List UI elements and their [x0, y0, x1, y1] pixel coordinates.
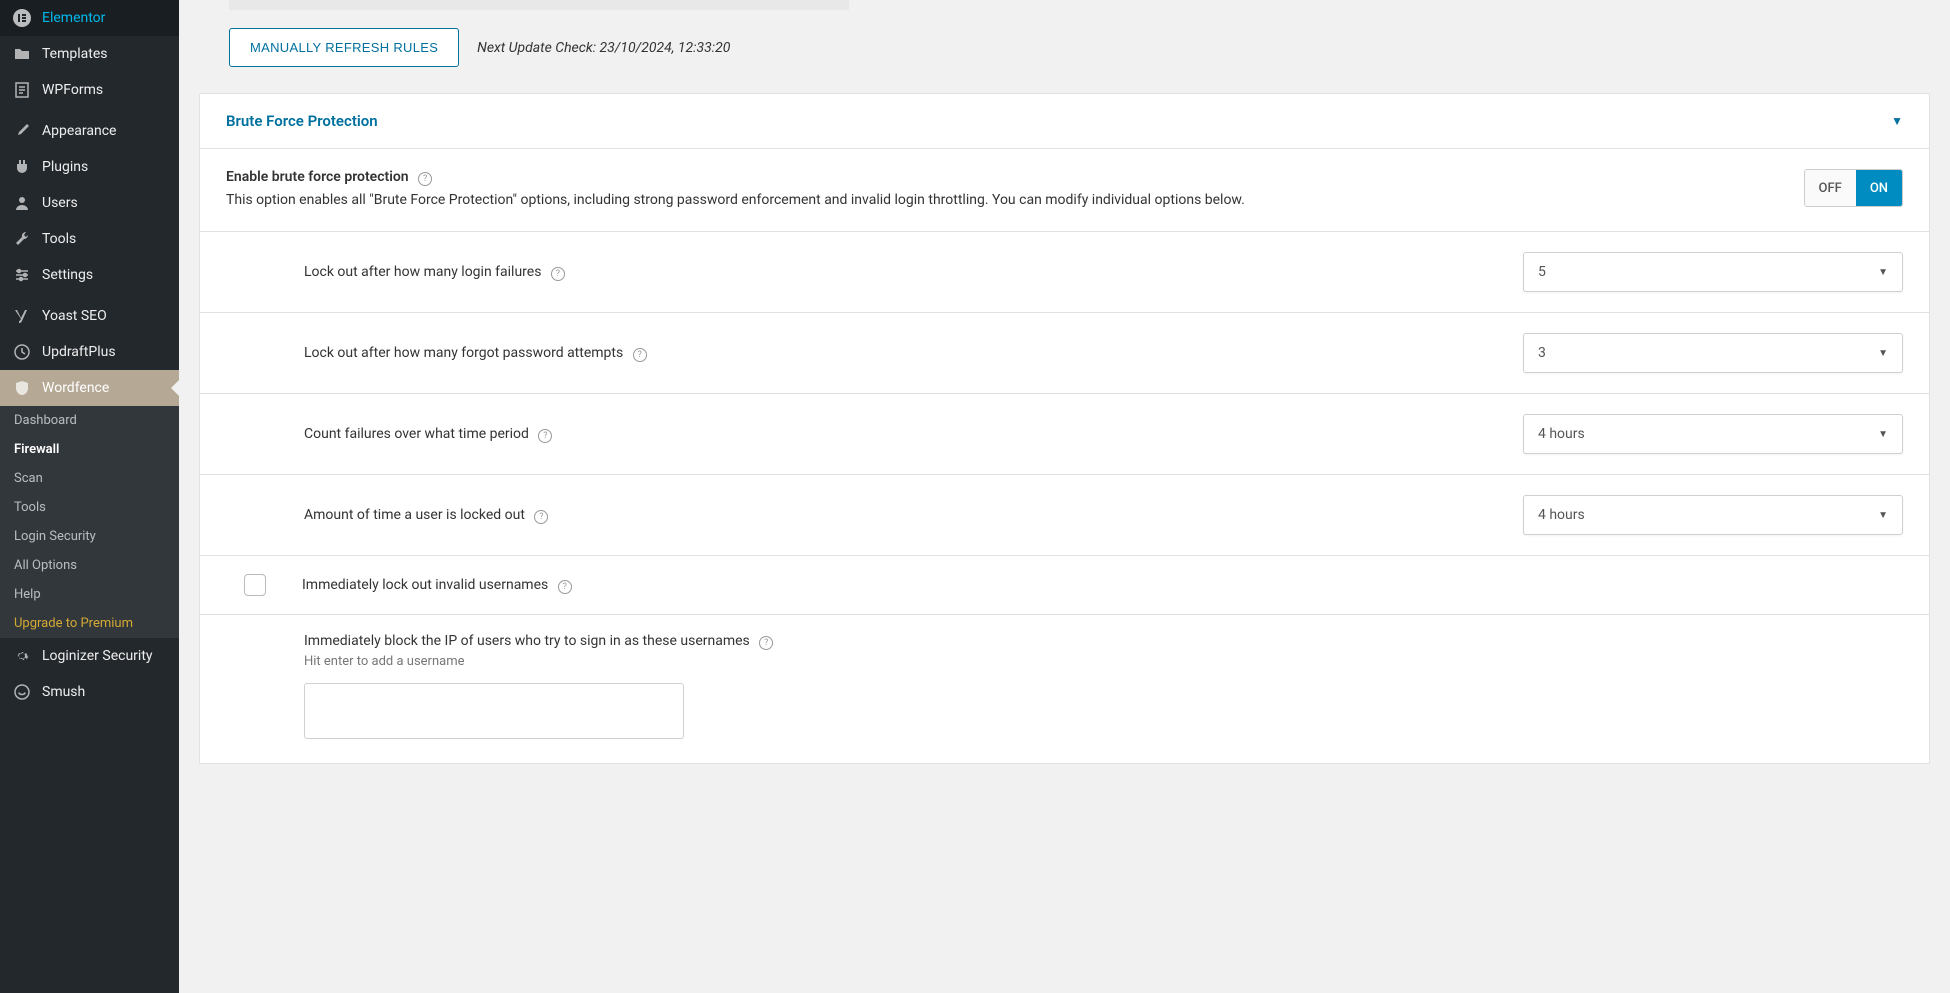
panel-header[interactable]: Brute Force Protection ▼: [200, 94, 1929, 149]
folder-icon: [12, 44, 32, 64]
manually-refresh-button[interactable]: MANUALLY REFRESH RULES: [229, 28, 459, 67]
sidebar-item-label: Wordfence: [42, 380, 109, 396]
top-gray-bar: [229, 0, 849, 10]
block-ip-row: Immediately block the IP of users who tr…: [200, 615, 1929, 763]
chevron-down-icon: ▼: [1891, 114, 1903, 128]
help-icon[interactable]: ?: [558, 580, 572, 594]
select-value: 4 hours: [1538, 507, 1585, 523]
submenu-upgrade-premium[interactable]: Upgrade to Premium: [0, 609, 179, 638]
count-period-label: Count failures over what time period: [304, 426, 529, 442]
sidebar-item-label: Tools: [42, 231, 76, 247]
submenu-firewall[interactable]: Firewall: [0, 435, 179, 464]
sidebar-item-users[interactable]: Users: [0, 185, 179, 221]
sidebar-item-label: Settings: [42, 267, 93, 283]
login-failures-select[interactable]: 5 ▼: [1523, 252, 1903, 292]
enable-bfp-text: Enable brute force protection ? This opt…: [226, 169, 1784, 211]
sidebar-item-label: Appearance: [42, 123, 116, 139]
submenu-dashboard[interactable]: Dashboard: [0, 406, 179, 435]
help-icon[interactable]: ?: [418, 172, 432, 186]
sidebar-item-templates[interactable]: Templates: [0, 36, 179, 72]
panel-title: Brute Force Protection: [226, 112, 378, 130]
sidebar-item-label: Elementor: [42, 10, 105, 26]
sidebar-item-label: UpdraftPlus: [42, 344, 116, 360]
block-ip-hint: Hit enter to add a username: [304, 654, 1903, 669]
wrench-icon: [12, 229, 32, 249]
select-value: 5: [1538, 264, 1546, 280]
sidebar-item-wpforms[interactable]: WPForms: [0, 72, 179, 108]
sidebar-item-settings[interactable]: Settings: [0, 257, 179, 293]
sidebar-item-label: Plugins: [42, 159, 88, 175]
login-failures-row: Lock out after how many login failures ?…: [200, 232, 1929, 313]
sidebar-item-label: Loginizer Security: [42, 648, 153, 664]
sidebar-item-wordfence[interactable]: Wordfence: [0, 370, 179, 406]
count-period-select[interactable]: 4 hours ▼: [1523, 414, 1903, 454]
bfp-toggle[interactable]: OFF ON: [1804, 169, 1903, 207]
locked-out-label: Amount of time a user is locked out: [304, 507, 525, 523]
submenu-all-options[interactable]: All Options: [0, 551, 179, 580]
smush-icon: [12, 682, 32, 702]
username-tag-input[interactable]: [304, 683, 684, 739]
sliders-icon: [12, 265, 32, 285]
select-value: 3: [1538, 345, 1546, 361]
forgot-password-select[interactable]: 3 ▼: [1523, 333, 1903, 373]
toggle-on[interactable]: ON: [1856, 170, 1902, 206]
next-update-check: Next Update Check: 23/10/2024, 12:33:20: [477, 40, 730, 56]
updraft-icon: [12, 342, 32, 362]
enable-bfp-title: Enable brute force protection: [226, 169, 409, 185]
admin-sidebar: Elementor Templates WPForms Appearance P…: [0, 0, 179, 993]
forgot-password-label: Lock out after how many forgot password …: [304, 345, 623, 361]
sidebar-item-label: WPForms: [42, 82, 103, 98]
yoast-icon: [12, 306, 32, 326]
chevron-down-icon: ▼: [1878, 348, 1888, 359]
toggle-off[interactable]: OFF: [1805, 170, 1856, 206]
user-icon: [12, 193, 32, 213]
help-icon[interactable]: ?: [551, 267, 565, 281]
login-failures-label: Lock out after how many login failures: [304, 264, 541, 280]
enable-bfp-desc: This option enables all "Brute Force Pro…: [226, 190, 1784, 211]
invalid-usernames-checkbox[interactable]: [244, 574, 266, 596]
chevron-down-icon: ▼: [1878, 510, 1888, 521]
block-ip-label: Immediately block the IP of users who tr…: [304, 633, 750, 649]
count-period-row: Count failures over what time period ? 4…: [200, 394, 1929, 475]
chevron-down-icon: ▼: [1878, 429, 1888, 440]
elementor-icon: [12, 8, 32, 28]
brush-icon: [12, 121, 32, 141]
sidebar-item-label: Yoast SEO: [42, 308, 107, 324]
help-icon[interactable]: ?: [538, 429, 552, 443]
sidebar-item-label: Templates: [42, 46, 108, 62]
sidebar-item-label: Smush: [42, 684, 85, 700]
sidebar-item-appearance[interactable]: Appearance: [0, 113, 179, 149]
brute-force-panel: Brute Force Protection ▼ Enable brute fo…: [199, 93, 1930, 764]
locked-out-select[interactable]: 4 hours ▼: [1523, 495, 1903, 535]
sidebar-item-plugins[interactable]: Plugins: [0, 149, 179, 185]
chevron-down-icon: ▼: [1878, 267, 1888, 278]
form-icon: [12, 80, 32, 100]
invalid-usernames-row: Immediately lock out invalid usernames ?: [200, 556, 1929, 615]
help-icon[interactable]: ?: [534, 510, 548, 524]
main-content: MANUALLY REFRESH RULES Next Update Check…: [179, 0, 1950, 993]
shield-icon: [12, 378, 32, 398]
select-value: 4 hours: [1538, 426, 1585, 442]
submenu-help[interactable]: Help: [0, 580, 179, 609]
help-icon[interactable]: ?: [759, 636, 773, 650]
plug-icon: [12, 157, 32, 177]
help-icon[interactable]: ?: [633, 348, 647, 362]
forgot-password-row: Lock out after how many forgot password …: [200, 313, 1929, 394]
locked-out-row: Amount of time a user is locked out ? 4 …: [200, 475, 1929, 556]
sidebar-item-smush[interactable]: Smush: [0, 674, 179, 710]
sidebar-item-loginizer[interactable]: Loginizer Security: [0, 638, 179, 674]
sidebar-item-label: Users: [42, 195, 78, 211]
submenu-login-security[interactable]: Login Security: [0, 522, 179, 551]
sidebar-item-yoast[interactable]: Yoast SEO: [0, 298, 179, 334]
sidebar-submenu: Dashboard Firewall Scan Tools Login Secu…: [0, 406, 179, 638]
enable-bfp-row: Enable brute force protection ? This opt…: [200, 149, 1929, 232]
gear-icon: [12, 646, 32, 666]
refresh-row: MANUALLY REFRESH RULES Next Update Check…: [199, 10, 1930, 85]
submenu-scan[interactable]: Scan: [0, 464, 179, 493]
sidebar-item-elementor[interactable]: Elementor: [0, 0, 179, 36]
submenu-tools[interactable]: Tools: [0, 493, 179, 522]
sidebar-item-updraftplus[interactable]: UpdraftPlus: [0, 334, 179, 370]
invalid-usernames-label: Immediately lock out invalid usernames: [302, 577, 548, 593]
sidebar-item-tools[interactable]: Tools: [0, 221, 179, 257]
